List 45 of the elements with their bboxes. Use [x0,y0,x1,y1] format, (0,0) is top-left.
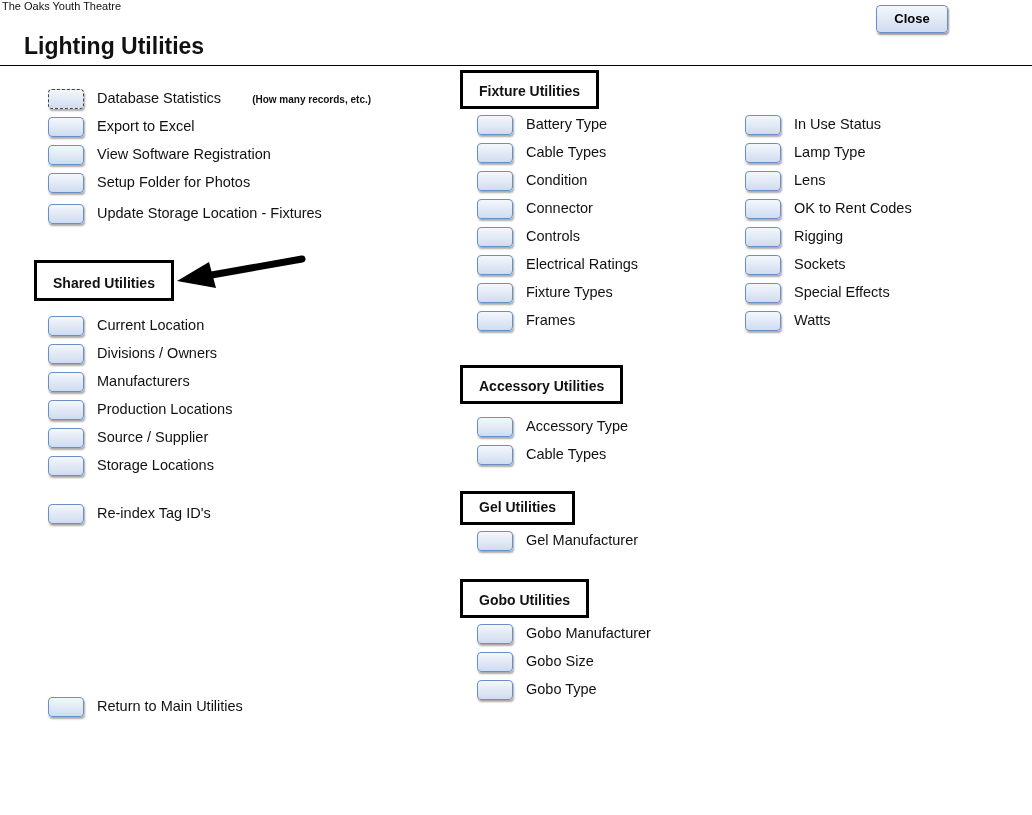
button-label: Export to Excel [97,117,195,137]
utility-button[interactable] [48,89,84,109]
button-label: Fixture Types [526,283,613,303]
button-label: Cable Types [526,143,607,163]
button-label: Watts [794,311,831,331]
button-label: Current Location [97,316,205,336]
app-name: The Oaks Youth Theatre [1,0,123,13]
section-heading: Gel Utilities [460,491,576,525]
button-label: Manufacturers [97,372,190,392]
button-label: Gobo Manufacturer [526,624,651,644]
button-label: Update Storage Location - Fixtures [97,204,322,224]
button-label: Storage Locations [97,456,214,476]
button-label: Re-index Tag ID's [97,504,211,524]
section-heading: Gobo Utilities [460,579,589,618]
button-label: In Use Status [794,115,882,135]
button-label: Battery Type [526,115,608,135]
hint-note: (How many records, etc.) [252,92,372,107]
button-label: Gobo Type [526,680,597,700]
button-label: Cable Types [526,445,607,465]
button-label: Frames [526,311,576,331]
button-label: Connector [526,199,593,219]
section-heading: Shared Utilities [34,260,174,301]
close-button[interactable]: Close [876,5,948,33]
button-label: Production Locations [97,400,233,420]
button-label: Gobo Size [526,652,594,672]
button-label: Divisions / Owners [97,344,218,364]
section-heading: Fixture Utilities [460,70,600,109]
button-label: Condition [526,171,588,191]
page-title: Lighting Utilities [24,32,206,60]
button-label: Setup Folder for Photos [97,173,251,193]
button-label: Database Statistics [97,89,222,109]
button-label: Controls [526,227,580,247]
button-label: Lamp Type [794,143,866,163]
button-label: Lens [794,171,826,191]
button-label: Sockets [794,255,846,275]
button-label: Electrical Ratings [526,255,638,275]
button-label: Special Effects [794,283,890,303]
button-label: OK to Rent Codes [794,199,912,219]
button-label: Rigging [794,227,844,247]
section-heading: Accessory Utilities [460,365,624,404]
button-label: View Software Registration [97,145,271,165]
button-label: Accessory Type [526,417,629,437]
button-label: Return to Main Utilities [97,697,243,717]
button-label: Gel Manufacturer [526,531,639,551]
button-label: Source / Supplier [97,428,209,448]
